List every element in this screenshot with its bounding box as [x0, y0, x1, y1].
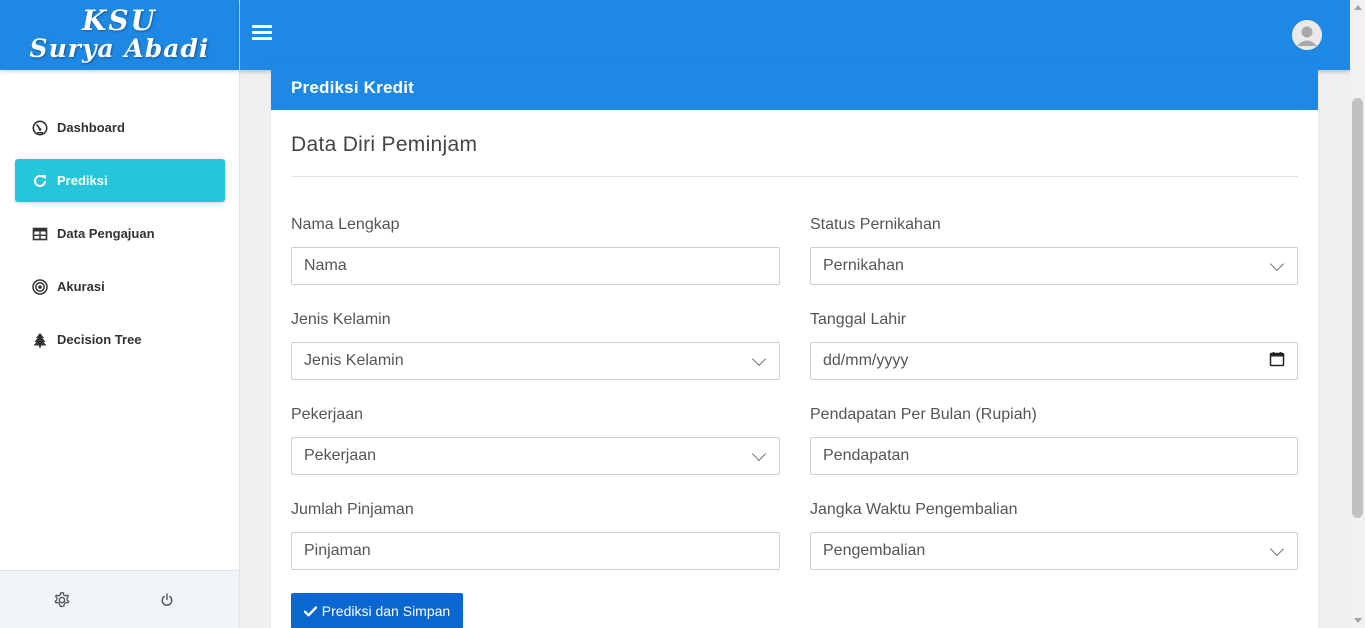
- sidebar-item-label: Dashboard: [57, 120, 125, 135]
- date-placeholder: dd/mm/yyyy: [823, 352, 909, 369]
- gear-icon[interactable]: [52, 590, 72, 610]
- field-label: Pekerjaan: [291, 406, 364, 423]
- prediksi-kredit-card: Prediksi Kredit Data Diri Peminjam Nama …: [271, 64, 1318, 628]
- field-jumlah-pinjaman: Jumlah Pinjaman Pinjaman: [291, 501, 780, 570]
- field-pendapatan: Pendapatan Per Bulan (Rupiah) Pendapatan: [810, 406, 1298, 475]
- sidebar-item-label: Data Pengajuan: [57, 226, 155, 241]
- chevron-down-icon: [1269, 256, 1285, 271]
- calendar-icon[interactable]: [1269, 351, 1285, 372]
- chevron-down-icon: [751, 351, 767, 366]
- tanggal-lahir-input[interactable]: dd/mm/yyyy: [810, 342, 1298, 380]
- nama-input[interactable]: Nama: [291, 247, 780, 285]
- table-icon: [32, 226, 48, 242]
- sidebar-item-akurasi[interactable]: Akurasi: [15, 265, 225, 308]
- field-label: Jenis Kelamin: [291, 311, 391, 328]
- target-icon: [32, 278, 48, 295]
- status-pernikahan-select[interactable]: Pernikahan: [810, 247, 1298, 285]
- sidebar-nav: Dashboard Prediksi Data Pengajuan Akuras…: [15, 106, 225, 371]
- select-value: Pengembalian: [823, 542, 926, 559]
- field-jenis-kelamin: Jenis Kelamin Jenis Kelamin: [291, 311, 780, 380]
- section-divider: [291, 176, 1298, 177]
- brand-logo[interactable]: KSU Surya Abadi: [0, 0, 239, 70]
- pendapatan-placeholder: Pendapatan: [823, 447, 910, 464]
- select-value: Pekerjaan: [304, 447, 377, 464]
- topbar: [240, 0, 1350, 70]
- field-label: Pendapatan Per Bulan (Rupiah): [810, 406, 1037, 423]
- field-label: Jumlah Pinjaman: [291, 501, 414, 518]
- dashboard-gauge-icon: [32, 120, 48, 136]
- select-value: Jenis Kelamin: [304, 352, 404, 369]
- sidebar-item-data-pengajuan[interactable]: Data Pengajuan: [15, 212, 225, 255]
- sidebar-item-label: Prediksi: [57, 173, 108, 188]
- field-label: Status Pernikahan: [810, 216, 941, 233]
- scrollbar-thumb[interactable]: [1352, 98, 1363, 518]
- pendapatan-input[interactable]: Pendapatan: [810, 437, 1298, 475]
- sidebar: KSU Surya Abadi Dashboard Prediksi Data …: [0, 0, 240, 628]
- field-label: Tanggal Lahir: [810, 311, 907, 328]
- page-scrollbar[interactable]: [1350, 0, 1365, 628]
- check-icon: [303, 605, 317, 617]
- pinjaman-input[interactable]: Pinjaman: [291, 532, 780, 570]
- refresh-icon: [32, 173, 48, 189]
- tree-icon: [32, 332, 48, 348]
- user-avatar-icon[interactable]: [1292, 20, 1322, 50]
- sidebar-item-label: Akurasi: [57, 279, 105, 294]
- nama-placeholder: Nama: [304, 257, 347, 274]
- button-label: Prediksi dan Simpan: [321, 603, 451, 619]
- hamburger-icon[interactable]: [252, 25, 272, 43]
- chevron-down-icon: [751, 446, 767, 461]
- sidebar-item-label: Decision Tree: [57, 332, 142, 347]
- power-icon[interactable]: [157, 590, 177, 610]
- field-label: Jangka Waktu Pengembalian: [810, 501, 1018, 518]
- sidebar-footer: [0, 570, 239, 628]
- sidebar-item-dashboard[interactable]: Dashboard: [15, 106, 225, 149]
- brand-line-1: KSU: [82, 4, 157, 37]
- field-label: Nama Lengkap: [291, 216, 400, 233]
- scroll-down-arrow-icon[interactable]: [1354, 618, 1362, 623]
- brand-line-2: Surya Abadi: [29, 34, 210, 63]
- scroll-up-arrow-icon[interactable]: [1354, 5, 1362, 10]
- pinjaman-placeholder: Pinjaman: [304, 542, 371, 559]
- chevron-down-icon: [1269, 541, 1285, 556]
- pekerjaan-select[interactable]: Pekerjaan: [291, 437, 780, 475]
- prediksi-simpan-button[interactable]: Prediksi dan Simpan: [291, 593, 463, 628]
- field-jangka-waktu: Jangka Waktu Pengembalian Pengembalian: [810, 501, 1298, 570]
- jangka-waktu-select[interactable]: Pengembalian: [810, 532, 1298, 570]
- card-header: Prediksi Kredit: [271, 64, 1318, 110]
- section-title: Data Diri Peminjam: [291, 133, 478, 156]
- sidebar-item-prediksi[interactable]: Prediksi: [15, 159, 225, 202]
- field-nama: Nama Lengkap Nama: [291, 216, 780, 285]
- field-status-pernikahan: Status Pernikahan Pernikahan: [810, 216, 1298, 285]
- field-pekerjaan: Pekerjaan Pekerjaan: [291, 406, 780, 475]
- jenis-kelamin-select[interactable]: Jenis Kelamin: [291, 342, 780, 380]
- sidebar-item-decision-tree[interactable]: Decision Tree: [15, 318, 225, 361]
- select-value: Pernikahan: [823, 257, 904, 274]
- field-tanggal-lahir: Tanggal Lahir dd/mm/yyyy: [810, 311, 1298, 380]
